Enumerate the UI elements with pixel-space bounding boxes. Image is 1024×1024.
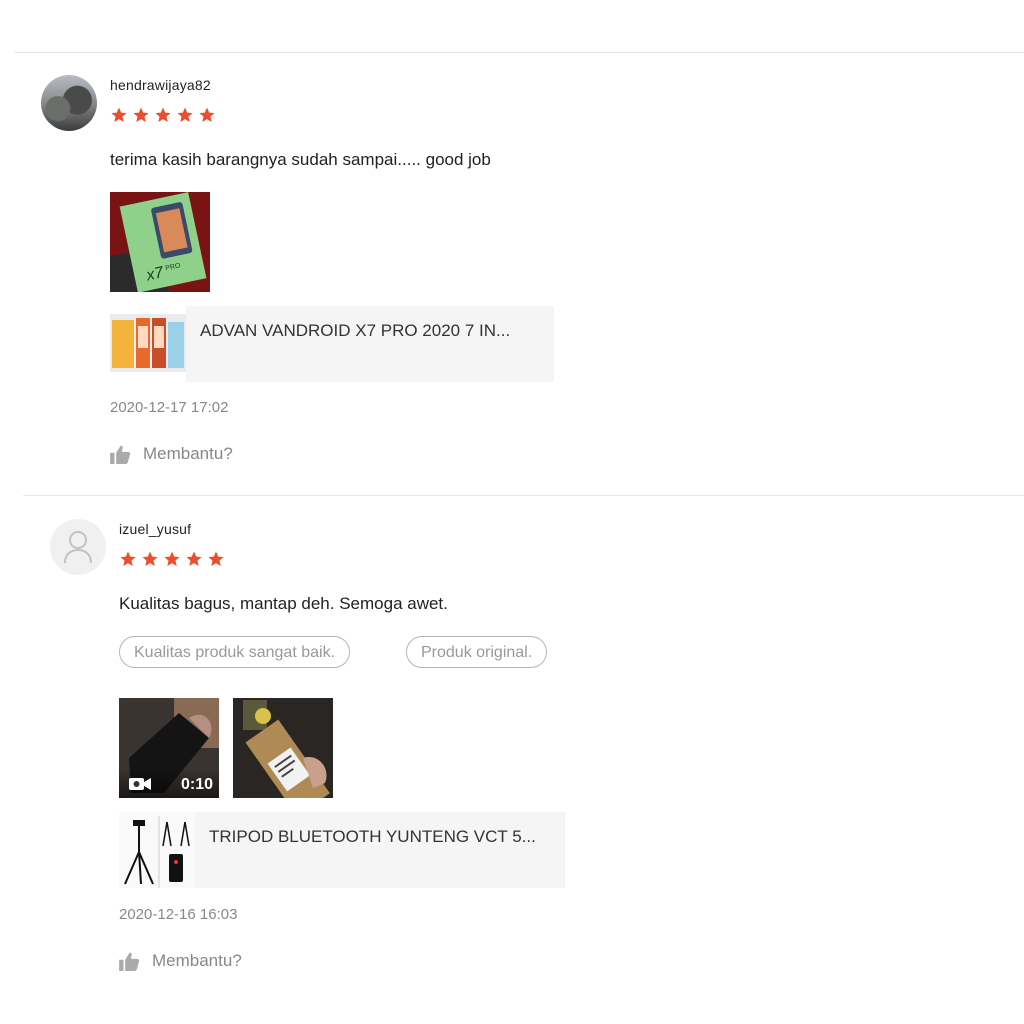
reviews-page: hendrawijaya82 terima kasih barangnya su… (0, 0, 1024, 1024)
star-rating (119, 550, 225, 568)
review-username[interactable]: izuel_yusuf (119, 521, 191, 537)
review-image[interactable] (233, 698, 333, 798)
product-thumbnail-image (110, 314, 186, 372)
product-name[interactable]: ADVAN VANDROID X7 PRO 2020 7 IN... (200, 306, 540, 382)
star-icon (142, 551, 158, 566)
user-icon (64, 531, 92, 564)
review-photo-phone-box: x7 PRO (110, 192, 210, 292)
star-icon (155, 107, 171, 122)
product-thumbnail (119, 812, 195, 888)
star-icon (177, 107, 193, 122)
video-overlay: 0:10 (119, 768, 219, 798)
star-icon (111, 107, 127, 122)
star-icon (199, 107, 215, 122)
star-icon (164, 551, 180, 566)
video-duration: 0:10 (180, 776, 213, 793)
top-divider (14, 52, 1024, 53)
review-tag: Kualitas produk sangat baik. (119, 636, 351, 668)
review-tag: Produk original. (406, 636, 548, 668)
review-photo-package (233, 698, 333, 798)
avatar[interactable] (50, 519, 106, 575)
review-timestamp: 2020-12-17 17:02 (110, 399, 229, 416)
review-comment: terima kasih barangnya sudah sampai.....… (110, 150, 491, 169)
avatar[interactable] (41, 75, 97, 131)
video-camera-icon (129, 778, 151, 790)
star-icon (133, 107, 149, 122)
review-video[interactable]: 0:10 (119, 698, 219, 798)
review-username[interactable]: hendrawijaya82 (110, 77, 211, 93)
helpful-button[interactable]: Membantu? (110, 444, 233, 464)
product-card[interactable]: TRIPOD BLUETOOTH YUNTENG VCT 5... (119, 812, 565, 888)
review-divider (23, 495, 1024, 496)
star-icon (120, 551, 136, 566)
review-comment: Kualitas bagus, mantap deh. Semoga awet. (119, 594, 448, 613)
review-image[interactable]: x7 PRO (110, 192, 210, 292)
star-icon (186, 551, 202, 566)
star-rating (110, 106, 216, 124)
thumbs-up-icon (119, 952, 140, 971)
helpful-button[interactable]: Membantu? (119, 951, 242, 971)
product-name[interactable]: TRIPOD BLUETOOTH YUNTENG VCT 5... (209, 812, 559, 888)
thumbs-up-icon (110, 445, 131, 464)
product-card[interactable]: ADVAN VANDROID X7 PRO 2020 7 IN... (110, 306, 554, 382)
product-thumbnail-image (119, 812, 195, 888)
helpful-label: Membantu? (143, 444, 233, 463)
helpful-label: Membantu? (152, 951, 242, 970)
product-thumbnail (110, 306, 186, 382)
star-icon (208, 551, 224, 566)
review-timestamp: 2020-12-16 16:03 (119, 906, 238, 923)
